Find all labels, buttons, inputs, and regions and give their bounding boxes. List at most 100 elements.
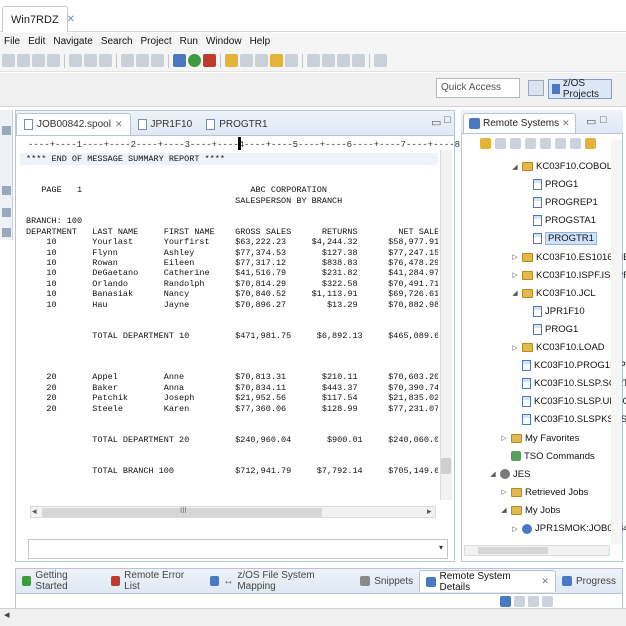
editor-vertical-scrollbar[interactable] [440,150,452,500]
expanded-twisty-icon[interactable]: ◢ [511,289,519,297]
debug-icon[interactable] [173,54,186,67]
close-icon[interactable]: ✕ [541,576,549,587]
maximize-icon[interactable] [542,596,553,607]
open-perspective-icon[interactable] [307,54,320,67]
tree-item[interactable]: KC03F10.PROG1INP [511,357,626,374]
close-icon[interactable]: ✕ [67,14,75,25]
filter-icon[interactable] [69,54,82,67]
stop-icon[interactable] [121,54,134,67]
tab-progress[interactable]: Progress [556,570,622,592]
menu-window[interactable]: Window [202,36,246,47]
expanded-twisty-icon[interactable]: ◢ [500,506,508,514]
save-icon[interactable] [17,54,30,67]
tree-item[interactable]: ▷ My Favorites [500,430,579,447]
step-icon[interactable] [151,54,164,67]
build-icon[interactable] [352,54,365,67]
pin-icon[interactable] [514,596,525,607]
collapsed-twisty-icon[interactable]: ▷ [511,253,519,261]
close-icon[interactable]: ✕ [562,118,570,129]
back-icon[interactable] [270,54,283,67]
maximize-icon[interactable]: □ [444,114,451,126]
collapsed-twisty-icon[interactable]: ▷ [511,525,519,533]
menu-help[interactable]: Help [246,36,275,47]
link-editor-icon[interactable] [570,138,581,149]
tree-item[interactable]: ◢ JES [489,466,530,483]
minimize-icon[interactable] [528,596,539,607]
tree-item[interactable]: PROG1 [522,321,578,338]
menu-search[interactable]: Search [97,36,137,47]
format-icon[interactable] [84,54,97,67]
new-icon[interactable] [2,54,15,67]
tree-item[interactable]: KC03F10.SLSPKSDS [511,411,626,428]
tree-item[interactable]: PROGTR1 [522,230,597,247]
run-icon[interactable] [188,54,201,67]
menu-navigate[interactable]: Navigate [49,36,96,47]
tab-getting-started[interactable]: Getting Started [16,570,105,592]
forward-icon[interactable] [525,138,536,149]
command-input[interactable] [28,539,448,559]
refresh-icon[interactable] [480,138,491,149]
expanded-twisty-icon[interactable]: ◢ [511,163,519,171]
text-icon[interactable] [374,54,387,67]
tab-snippets[interactable]: Snippets [354,570,419,592]
prev-annotation-icon[interactable] [255,54,268,67]
tree-item[interactable]: ▷ KC03F10.ES1016.LIB [511,249,626,266]
forward-icon[interactable] [285,54,298,67]
view-menu-icon[interactable] [500,596,511,607]
structure-icon[interactable] [2,228,11,237]
tree-item[interactable]: JPR1F10 [522,303,585,320]
tree-item[interactable]: ◢ KC03F10.COBOL [511,158,612,175]
open-perspective-icon[interactable] [528,80,544,96]
perspective-zos-projects[interactable]: z/OS Projects [548,78,612,100]
pin-icon[interactable] [322,54,335,67]
maximize-icon[interactable]: □ [600,114,607,126]
menu-project[interactable]: Project [137,36,176,47]
editor-vertical-scroll-thumb[interactable] [441,458,451,474]
restore-icon[interactable] [2,126,11,135]
expanded-twisty-icon[interactable]: ◢ [489,470,497,478]
tree-item[interactable]: ▷ KC03F10.LOAD [511,339,604,356]
back-icon[interactable] [510,138,521,149]
marker-icon[interactable] [225,54,238,67]
external-tools-icon[interactable] [203,54,216,67]
pause-icon[interactable] [136,54,149,67]
collapsed-twisty-icon[interactable]: ▷ [511,271,519,279]
properties-icon[interactable] [2,208,11,217]
tab-progtr1[interactable]: PROGTR1 [199,113,274,135]
quick-access-input[interactable]: Quick Access [436,78,520,98]
menu-run[interactable]: Run [176,36,202,47]
tree-item[interactable]: KC03F10.SLSP.UNSORT [511,393,626,410]
scroll-left-icon[interactable]: ◂ [32,506,37,517]
tree-item[interactable]: PROGREP1 [522,194,598,211]
minimize-icon[interactable]: ▭ [431,116,441,129]
tab-remote-error-list[interactable]: Remote Error List [105,570,204,592]
close-icon[interactable]: ✕ [115,119,123,130]
collapsed-twisty-icon[interactable]: ▷ [511,344,519,352]
tree-item[interactable]: ▷KC03F10.ISPF.ISPPROF [511,267,626,284]
up-icon[interactable] [540,138,551,149]
remote-horizontal-scroll-thumb[interactable] [478,547,548,554]
tools-icon[interactable] [337,54,350,67]
remote-vertical-scrollbar[interactable] [611,140,622,544]
next-annotation-icon[interactable] [240,54,253,67]
tab-remote-systems[interactable]: Remote Systems ✕ [463,113,576,133]
sync-icon[interactable] [585,138,596,149]
tree-item[interactable]: ◢ KC03F10.JCL [511,285,595,302]
spool-text-area[interactable]: **** END OF MESSAGE SUMMARY REPORT **** … [20,150,438,500]
chevron-down-icon[interactable]: ▾ [439,543,443,552]
minimize-icon[interactable]: ▭ [586,115,596,128]
menu-file[interactable]: File [0,36,24,47]
scroll-left-icon[interactable]: ◂ [4,608,10,621]
window-horizontal-scrollbar[interactable] [0,608,626,626]
menu-edit[interactable]: Edit [24,36,49,47]
tab-jpr1f10[interactable]: JPR1F10 [131,113,200,135]
save-all-icon[interactable] [32,54,45,67]
collapsed-twisty-icon[interactable]: ▷ [500,434,508,442]
tree-item[interactable]: KC03F10.SLSP.SORTED. [511,375,626,392]
print-icon[interactable] [47,54,60,67]
tree-item[interactable]: ▷ Retrieved Jobs [500,484,588,501]
collapse-all-icon[interactable] [555,138,566,149]
tree-item[interactable]: ▷JPR1SMOK:JOB00842 [L [511,520,626,537]
undo-icon[interactable] [99,54,112,67]
tab-z-os-file-system-mapping[interactable]: ↔ z/OS File System Mapping [204,570,354,592]
